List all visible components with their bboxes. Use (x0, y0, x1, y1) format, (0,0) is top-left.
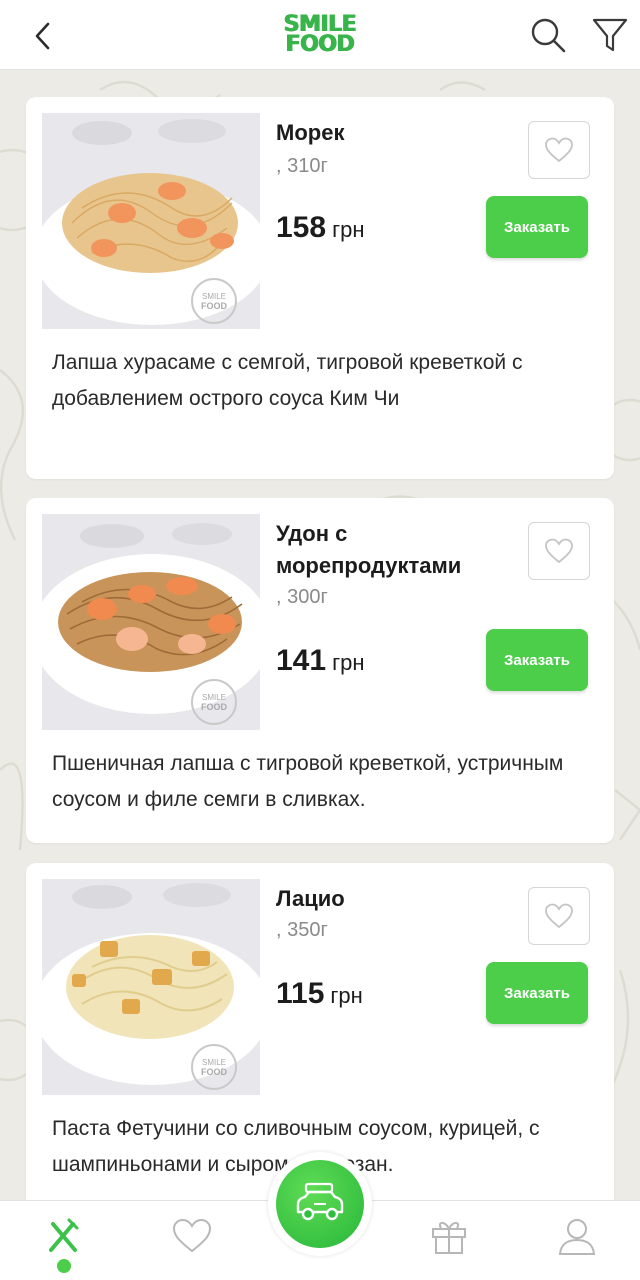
favorite-button[interactable] (528, 522, 590, 580)
search-icon (531, 18, 566, 53)
menu-icon (49, 1218, 79, 1252)
favorite-button[interactable] (528, 121, 590, 179)
product-weight: , 350г (276, 919, 328, 941)
product-card: SMILE FOOD Морек , 310г 158 грн Заказать … (26, 97, 614, 479)
chevron-left-icon (35, 22, 50, 50)
svg-text:FOOD: FOOD (201, 702, 227, 712)
product-price: 141 грн (276, 644, 364, 678)
user-icon (558, 1219, 596, 1255)
product-title[interactable]: Лацио (276, 883, 516, 915)
product-card: SMILE FOOD Удон с морепродуктами , 300г … (26, 498, 614, 843)
svg-text:FOOD: FOOD (201, 1067, 227, 1077)
product-photo[interactable]: SMILE FOOD (42, 514, 260, 730)
heart-icon (545, 903, 573, 929)
order-button[interactable]: Заказать (486, 962, 588, 1024)
svg-text:SMILE: SMILE (202, 693, 226, 702)
delivery-button-inner (276, 1160, 364, 1248)
product-photo[interactable]: SMILE FOOD (42, 879, 260, 1095)
svg-text:SMILE: SMILE (202, 1058, 226, 1067)
search-button[interactable] (528, 15, 568, 55)
filter-button[interactable] (590, 15, 630, 55)
currency: грн (332, 217, 365, 242)
product-weight: , 310г (276, 155, 328, 177)
currency: грн (332, 650, 365, 675)
product-description: Пшеничная лапша с тигровой креветкой, ус… (52, 752, 564, 811)
gift-icon (432, 1221, 466, 1254)
price-value: 141 (276, 644, 327, 677)
price-value: 158 (276, 211, 327, 244)
product-description: Лапша хурасаме с семгой, тигровой кревет… (52, 351, 523, 410)
nav-profile[interactable] (552, 1211, 602, 1261)
watermark: SMILE (202, 292, 226, 301)
top-bar: SMILE FOOD (0, 0, 640, 70)
heart-icon (172, 1218, 212, 1253)
favorite-button[interactable] (528, 887, 590, 945)
currency: грн (330, 983, 363, 1008)
delivery-button[interactable] (268, 1152, 372, 1256)
heart-icon (545, 538, 573, 564)
smile-food-logo[interactable]: SMILE FOOD (270, 12, 370, 58)
delivery-car-icon (296, 1182, 344, 1221)
product-price: 158 грн (276, 211, 364, 245)
logo-line-2: FOOD (285, 32, 355, 57)
heart-icon (545, 137, 573, 163)
nav-gifts[interactable] (424, 1211, 474, 1261)
price-value: 115 (276, 977, 325, 1010)
product-photo[interactable]: SMILE FOOD (42, 113, 260, 329)
product-weight: , 300г (276, 586, 328, 608)
active-indicator (57, 1259, 71, 1273)
product-price: 115 грн (276, 977, 363, 1011)
nav-favorites[interactable] (167, 1211, 217, 1261)
product-title[interactable]: Морек (276, 117, 516, 149)
order-button[interactable]: Заказать (486, 196, 588, 258)
nav-menu[interactable] (38, 1211, 88, 1261)
product-title[interactable]: Удон с морепродуктами (276, 518, 516, 582)
filter-icon (592, 18, 628, 52)
svg-text:FOOD: FOOD (201, 301, 227, 311)
back-button[interactable] (26, 18, 62, 54)
order-button[interactable]: Заказать (486, 629, 588, 691)
